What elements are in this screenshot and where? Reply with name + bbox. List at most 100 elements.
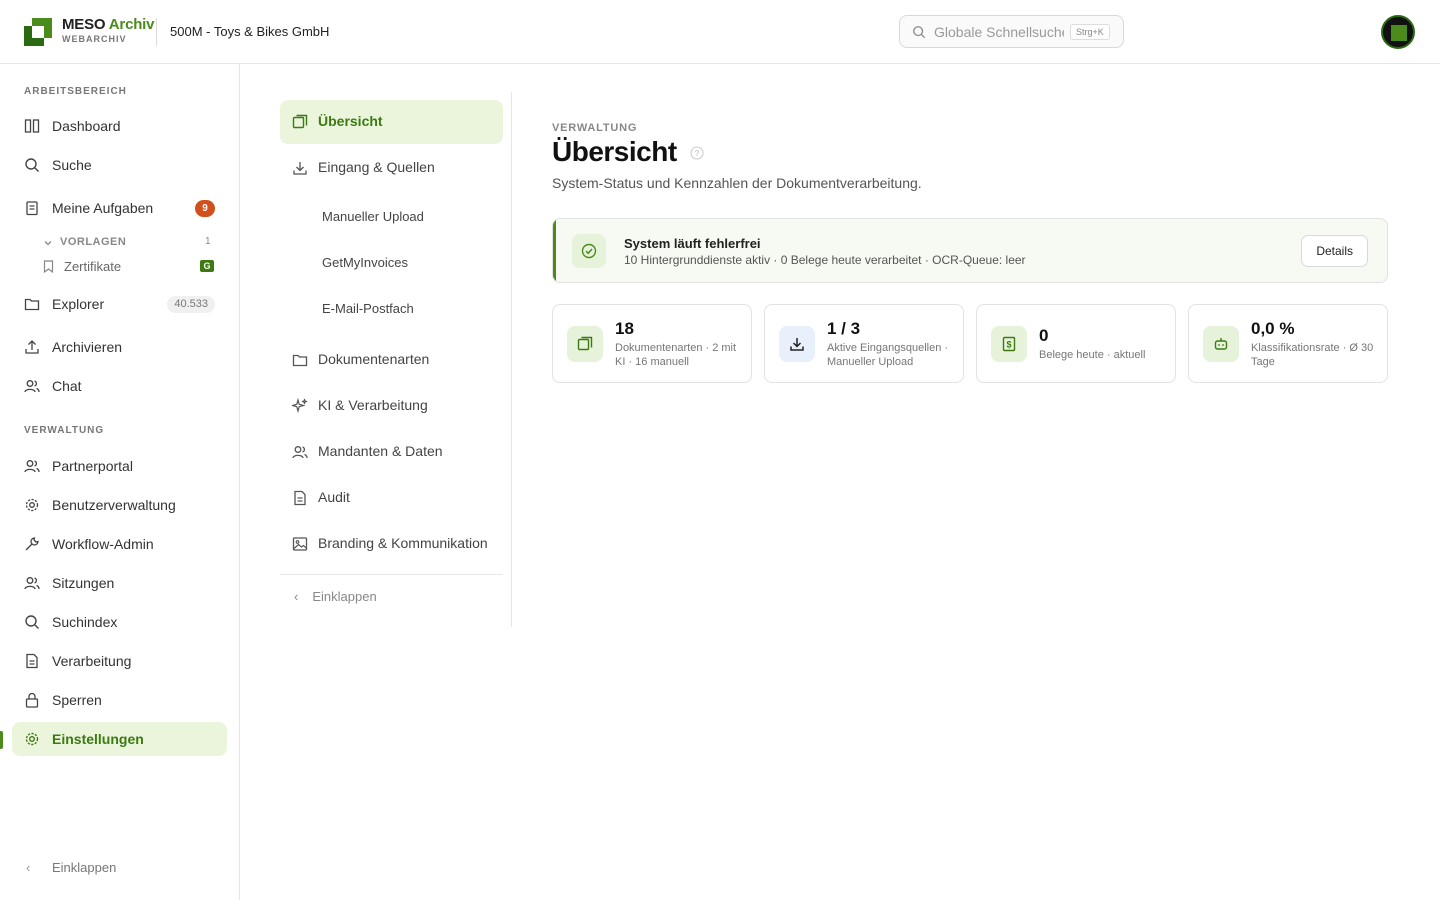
layers-icon: [577, 336, 593, 351]
stat-value: 0: [1039, 326, 1049, 345]
stat-card-receipts-today[interactable]: $ 0 Belege heute · aktuell: [976, 304, 1176, 383]
sidebar-item-label: Workflow-Admin: [52, 536, 154, 552]
subnav-item-mandanten[interactable]: Mandanten & Daten: [280, 430, 503, 474]
brand-name: MESO: [62, 16, 106, 33]
card-icon-bg: [567, 326, 603, 362]
subnav-item-label: Audit: [318, 489, 350, 505]
subnav-sub-getmyinvoices[interactable]: GetMyInvoices: [322, 255, 408, 270]
subnav-sub-manueller-upload[interactable]: Manueller Upload: [322, 209, 424, 224]
subnav-item-label: KI & Verarbeitung: [318, 397, 428, 413]
sidebar-item-workflow-admin[interactable]: Workflow-Admin: [12, 527, 227, 561]
robot-icon: [1214, 338, 1228, 350]
subnav-collapse-label: Einklappen: [312, 589, 377, 604]
search-input[interactable]: [934, 16, 1064, 47]
help-icon[interactable]: ?: [690, 146, 704, 160]
sidebar-item-label: Chat: [52, 378, 82, 394]
subnav-collapse-button[interactable]: ‹ Einklappen: [294, 589, 377, 604]
chevron-down-icon[interactable]: [44, 239, 52, 247]
meso-logo-icon[interactable]: [24, 18, 52, 46]
shortcut-hint: Strg+K: [1070, 24, 1110, 40]
search-icon: [25, 615, 39, 629]
svg-text:?: ?: [695, 149, 700, 158]
sidebar-item-explorer[interactable]: Explorer 40.533: [12, 287, 227, 321]
search-icon: [25, 158, 39, 172]
folder-icon: [292, 354, 308, 367]
subnav-item-label: Branding & Kommunikation: [318, 535, 488, 551]
sidebar-item-meine-aufgaben[interactable]: Meine Aufgaben 9: [12, 191, 227, 225]
sidebar-item-label: Sitzungen: [52, 575, 115, 591]
sidebar-item-einstellungen[interactable]: Einstellungen: [12, 722, 227, 756]
receipt-icon: $: [1002, 336, 1016, 352]
header-divider: [156, 18, 157, 46]
status-title: System läuft fehlerfrei: [624, 236, 761, 251]
layers-icon: [292, 114, 308, 129]
brand-subtitle: WEBARCHIV: [62, 34, 127, 44]
global-search[interactable]: Strg+K: [899, 15, 1124, 48]
stat-description: Aktive Eingangsquellen · Manueller Uploa…: [827, 342, 949, 368]
subnav-item-eingang[interactable]: Eingang & Quellen: [280, 146, 503, 190]
details-button[interactable]: Details: [1301, 235, 1368, 267]
svg-text:$: $: [1006, 340, 1011, 350]
sidebar-item-label: Suche: [52, 157, 92, 173]
check-circle-icon: [581, 243, 597, 259]
sidebar-item-zertifikate[interactable]: Zertifikate: [64, 259, 121, 274]
stat-card-input-sources[interactable]: 1 / 3 Aktive Eingangsquellen · Manueller…: [764, 304, 964, 383]
section-label-work: ARBEITSBEREICH: [24, 86, 127, 97]
sidebar-item-label: Dashboard: [52, 118, 121, 134]
subnav-sub-email-postfach[interactable]: E-Mail-Postfach: [322, 301, 414, 316]
page-title: Übersicht: [552, 136, 677, 167]
chevron-left-icon: ‹: [294, 589, 299, 604]
bookmark-icon: [43, 260, 54, 273]
page-eyebrow: VERWALTUNG: [552, 122, 638, 134]
users-icon: [24, 380, 40, 393]
stat-description: Belege heute · aktuell: [1039, 349, 1146, 361]
user-avatar[interactable]: [1381, 15, 1415, 49]
subnav-item-dokumentenarten[interactable]: Dokumentenarten: [280, 338, 503, 382]
users-icon: [24, 577, 40, 590]
page-description: System-Status und Kennzahlen der Dokumen…: [552, 175, 922, 191]
sidebar-item-label: Archivieren: [52, 339, 123, 355]
subnav-item-branding[interactable]: Branding & Kommunikation: [280, 522, 503, 566]
tasks-count-badge: 9: [195, 200, 215, 217]
system-status-banner: System läuft fehlerfrei 10 Hintergrunddi…: [552, 218, 1388, 283]
sidebar-item-suche[interactable]: Suche: [12, 148, 227, 182]
certificates-tag: G: [200, 260, 214, 272]
sidebar-collapse-button[interactable]: ‹ Einklappen: [26, 860, 116, 875]
subnav-item-uebersicht[interactable]: Übersicht: [280, 100, 503, 144]
stat-value: 1 / 3: [827, 319, 861, 338]
card-icon-bg: [1203, 326, 1239, 362]
sidebar: ARBEITSBEREICH Dashboard Suche Meine Auf…: [0, 64, 240, 900]
sidebar-item-chat[interactable]: Chat: [12, 369, 227, 403]
search-icon: [913, 26, 926, 39]
users-icon: [24, 460, 40, 473]
users-icon: [292, 446, 308, 459]
templates-group-label[interactable]: VORLAGEN: [60, 236, 126, 248]
lock-icon: [25, 692, 39, 708]
active-indicator: [0, 731, 3, 749]
subnav-item-label: Dokumentenarten: [318, 351, 430, 367]
sidebar-item-archivieren[interactable]: Archivieren: [12, 330, 227, 364]
stat-description: Klassifikationsrate · Ø 30 Tage: [1251, 342, 1374, 368]
subnav-item-audit[interactable]: Audit: [280, 476, 503, 520]
content-divider: [511, 92, 512, 627]
sidebar-item-suchindex[interactable]: Suchindex: [12, 605, 227, 639]
stat-card-classification-rate[interactable]: 0,0 % Klassifikationsrate · Ø 30 Tage: [1188, 304, 1388, 383]
top-bar: MESO Archiv WEBARCHIV 500M - Toys & Bike…: [0, 0, 1440, 64]
subnav-item-label: Übersicht: [318, 113, 383, 129]
sidebar-item-sperren[interactable]: Sperren: [12, 683, 227, 717]
status-accent-bar: [553, 219, 556, 282]
brand-logo[interactable]: MESO Archiv WEBARCHIV: [62, 16, 154, 44]
stat-card-document-types[interactable]: 18 Dokumentenarten · 2 mit KI · 16 manue…: [552, 304, 752, 383]
sidebar-item-dashboard[interactable]: Dashboard: [12, 109, 227, 143]
sidebar-item-verarbeitung[interactable]: Verarbeitung: [12, 644, 227, 678]
subnav-item-ki[interactable]: KI & Verarbeitung: [280, 384, 503, 428]
document-icon: [26, 653, 38, 669]
sidebar-item-partnerportal[interactable]: Partnerportal: [12, 449, 227, 483]
sidebar-item-sitzungen[interactable]: Sitzungen: [12, 566, 227, 600]
tenant-name[interactable]: 500M - Toys & Bikes GmbH: [170, 24, 329, 39]
wrench-icon: [25, 537, 39, 551]
sidebar-item-benutzerverwaltung[interactable]: Benutzerverwaltung: [12, 488, 227, 522]
gear-icon: [25, 498, 39, 512]
status-icon: [572, 234, 606, 268]
image-icon: [292, 537, 308, 551]
